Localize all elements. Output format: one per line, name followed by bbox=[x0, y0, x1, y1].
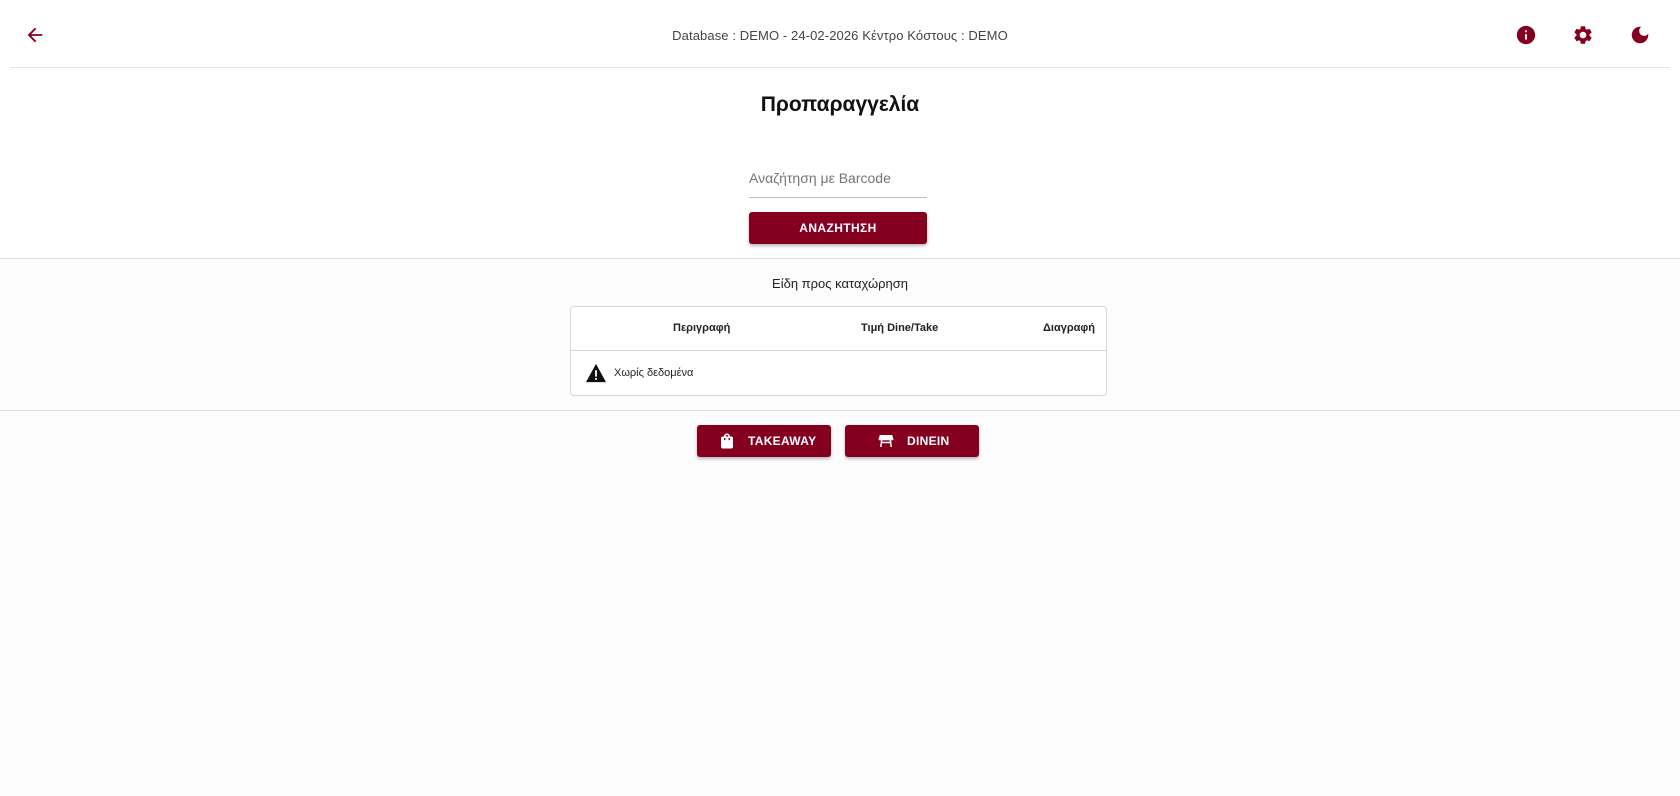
shopping-bag-icon bbox=[718, 432, 736, 450]
items-section-label: Είδη προς καταχώρηση bbox=[772, 276, 908, 291]
search-button[interactable]: ΑΝΑΖΗΤΗΣΗ bbox=[749, 212, 927, 244]
column-header-delete: Διαγραφή bbox=[1043, 322, 1095, 334]
table-restaurant-icon bbox=[877, 432, 895, 450]
table-header: Περιγραφή Τιμή Dine/Take Διαγραφή bbox=[571, 307, 1106, 351]
dinein-button-label: DINEIN bbox=[907, 434, 950, 448]
barcode-search-field bbox=[749, 163, 927, 198]
empty-state-text: Χωρίς δεδομένα bbox=[614, 367, 694, 379]
warning-icon bbox=[585, 363, 607, 383]
page-title: Προπαραγγελία bbox=[760, 93, 920, 116]
info-button[interactable] bbox=[1513, 22, 1539, 48]
table-empty-row: Χωρίς δεδομένα bbox=[571, 351, 1106, 395]
moon-icon bbox=[1631, 26, 1649, 44]
takeaway-button[interactable]: TAKEAWAY bbox=[697, 425, 831, 457]
items-table: Περιγραφή Τιμή Dine/Take Διαγραφή Χωρίς … bbox=[570, 306, 1107, 396]
page: Database : DEMO - 24-02-2026 Κέντρο Κόστ… bbox=[0, 0, 1680, 796]
section-divider-bottom bbox=[0, 410, 1680, 411]
column-header-description: Περιγραφή bbox=[673, 322, 731, 334]
takeaway-button-label: TAKEAWAY bbox=[748, 434, 817, 448]
info-icon bbox=[1516, 25, 1536, 45]
database-info: Database : DEMO - 24-02-2026 Κέντρο Κόστ… bbox=[672, 28, 1008, 43]
search-section: Προπαραγγελία ΑΝΑΖΗΤΗΣΗ bbox=[0, 68, 1680, 258]
dinein-button[interactable]: DINEIN bbox=[845, 425, 979, 457]
settings-button[interactable] bbox=[1570, 22, 1596, 48]
column-header-price: Τιμή Dine/Take bbox=[861, 322, 939, 334]
dark-mode-button[interactable] bbox=[1627, 22, 1653, 48]
section-divider-top bbox=[0, 258, 1680, 259]
gear-icon bbox=[1574, 26, 1592, 44]
barcode-search-input[interactable] bbox=[749, 163, 927, 193]
top-bar: Database : DEMO - 24-02-2026 Κέντρο Κόστ… bbox=[0, 0, 1680, 68]
